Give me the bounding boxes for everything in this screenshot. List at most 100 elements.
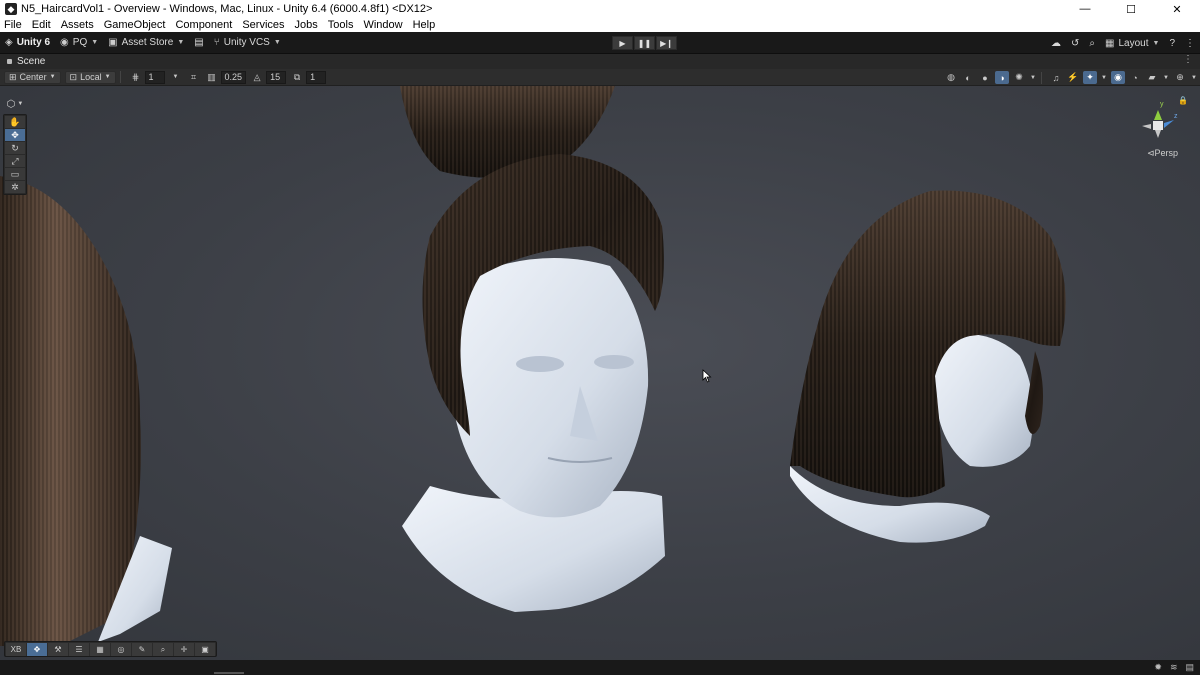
play-button[interactable]: ▶	[612, 36, 633, 50]
grid-dropdown-icon[interactable]: ▼	[169, 71, 183, 84]
paint-icon[interactable]: ✎	[132, 643, 152, 656]
chevron-down-icon: ▼	[177, 39, 185, 46]
menu-help[interactable]: Help	[413, 18, 436, 32]
unity-label: Unity 6	[16, 37, 51, 48]
overlay-toolbar: XB ✥ ⚒ ☰ ▦ ◎ ✎ ⌕ ✛ ▣	[4, 641, 217, 657]
menu-component[interactable]: Component	[175, 18, 232, 32]
rect-tool-icon[interactable]: ▭	[5, 168, 25, 180]
window-title: N5_HaircardVol1 - Overview - Windows, Ma…	[21, 3, 433, 15]
grid-snapping-icon[interactable]: ⌗	[187, 71, 201, 84]
camera-dropdown-icon[interactable]: ▼	[1162, 71, 1170, 84]
menu-gameobject[interactable]: GameObject	[104, 18, 166, 32]
move-snap-icon[interactable]: ✥	[27, 643, 47, 656]
menu-services[interactable]: Services	[242, 18, 284, 32]
camera-settings-icon[interactable]: ▰	[1145, 71, 1159, 84]
zoom-icon[interactable]: ⌕	[153, 643, 173, 656]
search-button[interactable]: ⌕	[1084, 34, 1100, 52]
audio-toggle-icon[interactable]: ♫	[1049, 71, 1063, 84]
layers-icon[interactable]: ≋	[1170, 662, 1178, 673]
unity-menu-button[interactable]: ◈ Unity 6	[0, 34, 55, 52]
rotate-snap-icon[interactable]: ◬	[250, 71, 264, 84]
maximize-button[interactable]: ☐	[1108, 0, 1154, 18]
tab-scene[interactable]: Scene	[0, 54, 53, 69]
gizmo-visibility-icon[interactable]: ✦	[1083, 71, 1097, 84]
chevron-down-icon: ▼	[1152, 39, 1160, 47]
play-controls: ▶ ❚❚ ▶❙	[612, 36, 677, 50]
center-head-model[interactable]	[400, 86, 665, 612]
scale-snap-icon[interactable]: ⧉	[290, 71, 304, 84]
scene-viewport[interactable]: ⬡ ▼ ✋ ✥ ↻ ⤢ ▭ ✲ y z 🔒 ⊲Persp XB ✥ ⚒ ☰ ▦	[0, 86, 1200, 660]
pivot-space-dropdown[interactable]: ⊡ Local ▼	[64, 70, 116, 84]
increment-snap-icon[interactable]: ▥	[205, 71, 219, 84]
shaded-wire-icon[interactable]: ◐	[961, 71, 975, 84]
pivot-mode-dropdown[interactable]: ⊞ Center ▼	[4, 70, 61, 84]
shaded-icon[interactable]: ●	[978, 71, 992, 84]
rotate-tool-icon[interactable]: ↻	[5, 142, 25, 154]
scene-gizmo-settings-icon[interactable]: ⊕	[1173, 71, 1187, 84]
orbit-icon[interactable]: ◎	[111, 643, 131, 656]
lock-icon[interactable]: 🔒	[1178, 96, 1188, 105]
tool-context-button[interactable]: ⬡ ▼	[3, 94, 27, 114]
minimize-button[interactable]: —	[1062, 0, 1108, 18]
title-bar: ◆ N5_HaircardVol1 - Overview - Windows, …	[0, 0, 1200, 18]
grid-size-field[interactable]: 1	[144, 70, 165, 84]
lighting-icon[interactable]: ✺	[1012, 71, 1026, 84]
projection-label[interactable]: ⊲Persp	[1147, 148, 1178, 159]
scale-tool-icon[interactable]: ⤢	[5, 155, 25, 167]
tool-settings-icon[interactable]: ⚒	[48, 643, 68, 656]
scene-tab-icon	[7, 59, 12, 64]
account-dropdown[interactable]: ◉ PQ ▼	[55, 34, 103, 52]
lit-mode-icon[interactable]: ◑	[995, 71, 1009, 84]
layout-dropdown[interactable]: ▦ Layout ▼	[1100, 34, 1164, 52]
menu-jobs[interactable]: Jobs	[295, 18, 318, 32]
left-head-model[interactable]	[0, 176, 172, 646]
menu-window[interactable]: Window	[363, 18, 402, 32]
console-icon[interactable]: ▤	[1185, 662, 1194, 673]
toolbar-right: ☁ ↺ ⌕ ▦ Layout ▼ ? ⋮	[1046, 32, 1200, 54]
help-button[interactable]: ?	[1164, 34, 1180, 52]
cloud-button[interactable]: ☁	[1046, 34, 1066, 52]
hidden-objects-icon[interactable]: ◔	[1128, 71, 1142, 84]
draw-mode-icon[interactable]: ◍	[944, 71, 958, 84]
menu-tools[interactable]: Tools	[328, 18, 354, 32]
right-head-model[interactable]	[790, 190, 1066, 543]
bug-icon[interactable]: ✹	[1154, 662, 1162, 673]
step-button[interactable]: ▶❙	[656, 36, 677, 50]
effects-toggle-icon[interactable]: ⚡	[1066, 71, 1080, 84]
pause-button[interactable]: ❚❚	[634, 36, 655, 50]
menu-edit[interactable]: Edit	[32, 18, 51, 32]
tab-menu-icon[interactable]: ⋮	[1183, 54, 1193, 65]
menu-assets[interactable]: Assets	[61, 18, 94, 32]
transform-tool-icon[interactable]: ✲	[5, 181, 25, 193]
history-button[interactable]: ↺	[1066, 34, 1084, 52]
rotate-snap-field[interactable]: 15	[266, 70, 287, 84]
scene-toolbar: ⊞ Center ▼ ⊡ Local ▼ ⋕ 1 ▼ ⌗ ▥ 0.25 ◬ 15…	[0, 69, 1200, 86]
scene-render	[0, 86, 1066, 646]
grid-visibility-icon[interactable]: ⋕	[129, 71, 143, 84]
asset-store-dropdown[interactable]: ▣ Asset Store ▼	[103, 34, 189, 52]
camera-icon[interactable]: ▣	[195, 643, 215, 656]
scale-snap-field[interactable]: 1	[306, 70, 327, 84]
view-tool-icon[interactable]: ✋	[5, 116, 25, 128]
gizmo-dropdown-icon[interactable]: ▼	[1100, 71, 1108, 84]
scene-visibility-icon[interactable]: ◉	[1111, 71, 1125, 84]
gizmo-y-label: y	[1160, 101, 1164, 108]
pan-icon[interactable]: ✛	[174, 643, 194, 656]
orientation-gizmo[interactable]: y z	[1134, 96, 1182, 156]
package-manager-button[interactable]: ▤	[189, 34, 208, 52]
menu-file[interactable]: File	[4, 18, 22, 32]
chevron-down-icon: ▼	[273, 39, 281, 46]
lighting-dropdown-icon[interactable]: ▼	[1029, 71, 1037, 84]
grid-tool-icon[interactable]: ▦	[90, 643, 110, 656]
close-button[interactable]: ✕	[1154, 0, 1200, 18]
gizmo-settings-dropdown-icon[interactable]: ▼	[1190, 71, 1198, 84]
move-snap-field[interactable]: 0.25	[220, 70, 247, 84]
vcs-dropdown[interactable]: ⑂ Unity VCS ▼	[209, 34, 286, 52]
xb-button[interactable]: XB	[6, 643, 26, 656]
tool-buttons: ✋ ✥ ↻ ⤢ ▭ ✲	[3, 114, 27, 195]
align-icon[interactable]: ☰	[69, 643, 89, 656]
more-button[interactable]: ⋮	[1180, 34, 1200, 52]
layout-label: Layout	[1118, 37, 1149, 49]
move-tool-icon[interactable]: ✥	[5, 129, 25, 141]
progress-line	[214, 672, 244, 674]
